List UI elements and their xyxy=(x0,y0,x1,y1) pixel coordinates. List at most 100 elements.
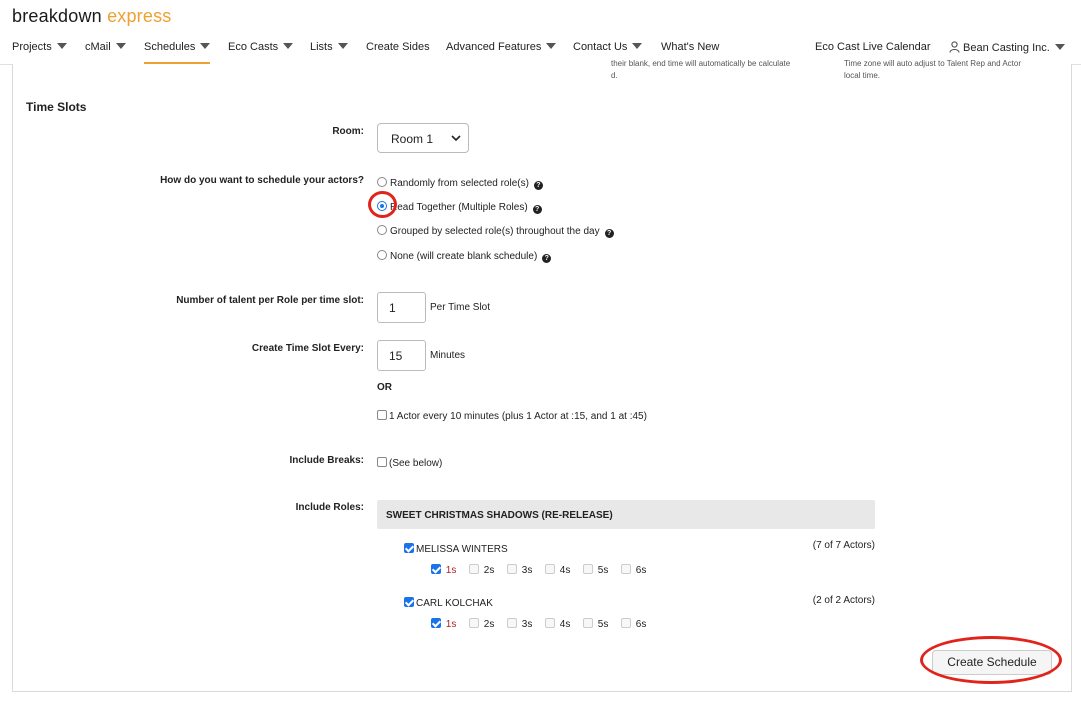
size-checkbox[interactable] xyxy=(431,564,441,574)
nav-projects[interactable]: Projects xyxy=(12,41,67,53)
size-checkbox[interactable] xyxy=(507,618,517,628)
chevron-down-icon xyxy=(632,43,643,49)
size-checkbox[interactable] xyxy=(507,564,517,574)
size-option-5s[interactable]: 5s xyxy=(583,564,608,576)
slot-every-input[interactable]: 15 xyxy=(377,340,426,371)
size-option-6s[interactable]: 6s xyxy=(621,564,646,576)
size-label: 1s xyxy=(445,565,457,576)
room-label: Room: xyxy=(332,126,364,137)
size-option-3s[interactable]: 3s xyxy=(507,564,532,576)
room-select[interactable]: Room 1 xyxy=(377,123,469,153)
role-count: (2 of 2 Actors) xyxy=(812,595,875,606)
size-option-2s[interactable]: 2s xyxy=(469,564,494,576)
radio-button[interactable] xyxy=(377,250,387,260)
nav-cmail-label: cMail xyxy=(85,41,111,53)
chevron-down-icon xyxy=(115,43,126,49)
role-name: MELISSA WINTERS xyxy=(416,544,508,555)
size-label: 3s xyxy=(521,565,533,576)
brand-logo[interactable]: breakdown express xyxy=(12,6,172,27)
nav-contact-us-label: Contact Us xyxy=(573,41,628,53)
nav-schedules[interactable]: Schedules xyxy=(144,41,211,64)
size-option-3s[interactable]: 3s xyxy=(507,618,532,630)
help-icon[interactable]: ? xyxy=(532,205,542,214)
talent-per-role-input[interactable]: 1 xyxy=(377,292,426,323)
alt-option-label: 1 Actor every 10 minutes (plus 1 Actor a… xyxy=(389,411,647,422)
chevron-down-icon xyxy=(1054,44,1065,50)
help-icon[interactable]: ? xyxy=(604,229,614,238)
user-icon xyxy=(949,41,960,53)
breaks-option[interactable]: (See below) xyxy=(377,457,442,469)
size-label: 2s xyxy=(483,619,495,630)
size-label: 4s xyxy=(559,619,571,630)
nav-contact-us[interactable]: Contact Us xyxy=(573,41,643,53)
size-checkbox[interactable] xyxy=(545,564,555,574)
radio-read-together[interactable]: Read Together (Multiple Roles)? xyxy=(377,201,542,214)
radio-button[interactable] xyxy=(377,225,387,235)
size-checkbox[interactable] xyxy=(545,618,555,628)
or-divider: OR xyxy=(377,382,392,393)
nav-schedules-label: Schedules xyxy=(144,41,196,53)
project-name: SWEET CHRISTMAS SHADOWS (RE-RELEASE) xyxy=(386,510,613,521)
nav-eco-casts[interactable]: Eco Casts xyxy=(228,41,294,53)
alt-option[interactable]: 1 Actor every 10 minutes (plus 1 Actor a… xyxy=(377,410,647,422)
radio-randomly[interactable]: Randomly from selected role(s)? xyxy=(377,177,543,190)
size-option-4s[interactable]: 4s xyxy=(545,618,570,630)
nav-advanced-features-label: Advanced Features xyxy=(446,41,542,53)
size-checkbox[interactable] xyxy=(621,618,631,628)
size-checkbox[interactable] xyxy=(431,618,441,628)
chevron-down-icon xyxy=(283,43,294,49)
size-checkbox[interactable] xyxy=(583,618,593,628)
end-time-help-text: their blank, end time will automatically… xyxy=(611,58,790,82)
role-checkbox[interactable] xyxy=(404,597,414,607)
size-label: 6s xyxy=(635,565,647,576)
alt-option-checkbox[interactable] xyxy=(377,410,387,420)
roles-label: Include Roles: xyxy=(295,502,364,513)
size-option-2s[interactable]: 2s xyxy=(469,618,494,630)
size-option-6s[interactable]: 6s xyxy=(621,618,646,630)
timezone-help-line2: local time. xyxy=(844,71,881,80)
size-option-1s[interactable]: 1s xyxy=(431,564,456,576)
size-checkbox[interactable] xyxy=(583,564,593,574)
room-select-value: Room 1 xyxy=(391,132,434,146)
nav-account[interactable]: Bean Casting Inc. xyxy=(949,41,1065,54)
breaks-checkbox[interactable] xyxy=(377,457,387,467)
create-schedule-button[interactable]: Create Schedule xyxy=(932,650,1052,675)
nav-eco-casts-label: Eco Casts xyxy=(228,41,279,53)
nav-cmail[interactable]: cMail xyxy=(85,41,126,53)
chevron-down-icon xyxy=(200,43,211,49)
nav-lists[interactable]: Lists xyxy=(310,41,348,53)
size-option-1s[interactable]: 1s xyxy=(431,618,456,630)
nav-whats-new[interactable]: What's New xyxy=(661,41,719,53)
nav-eco-cast-live-calendar-label: Eco Cast Live Calendar xyxy=(815,41,931,53)
nav-create-sides[interactable]: Create Sides xyxy=(366,41,430,53)
help-icon[interactable]: ? xyxy=(533,181,543,190)
nav-advanced-features[interactable]: Advanced Features xyxy=(446,41,557,53)
size-checkbox[interactable] xyxy=(621,564,631,574)
radio-none[interactable]: None (will create blank schedule)? xyxy=(377,250,552,263)
schedule-form-panel xyxy=(12,64,1072,692)
size-option-5s[interactable]: 5s xyxy=(583,618,608,630)
nav-lists-label: Lists xyxy=(310,41,333,53)
role-checkbox[interactable] xyxy=(404,543,414,553)
size-option-4s[interactable]: 4s xyxy=(545,564,570,576)
help-icon[interactable]: ? xyxy=(542,254,552,263)
radio-grouped[interactable]: Grouped by selected role(s) throughout t… xyxy=(377,225,614,238)
nav-whats-new-label: What's New xyxy=(661,41,720,53)
radio-button[interactable] xyxy=(377,177,387,187)
role-carl-kolchak[interactable]: CARL KOLCHAK xyxy=(404,597,493,609)
talent-per-role-suffix: Per Time Slot xyxy=(430,302,491,313)
nav-account-label: Bean Casting Inc. xyxy=(963,42,1050,54)
end-time-help-line1: their blank, end time will automatically… xyxy=(611,59,791,68)
slot-every-suffix: Minutes xyxy=(430,350,466,361)
brand-name-part1: breakdown xyxy=(12,6,102,26)
talent-per-role-label: Number of talent per Role per time slot: xyxy=(176,295,364,306)
size-checkbox[interactable] xyxy=(469,618,479,628)
timezone-help-line1: Time zone will auto adjust to Talent Rep… xyxy=(844,59,1021,68)
radio-button-selected[interactable] xyxy=(377,201,387,211)
nav-eco-cast-live-calendar[interactable]: Eco Cast Live Calendar xyxy=(815,41,931,53)
brand-name-part2: express xyxy=(107,6,172,26)
size-checkbox[interactable] xyxy=(469,564,479,574)
role-melissa-winters[interactable]: MELISSA WINTERS xyxy=(404,543,508,555)
chevron-down-icon xyxy=(451,135,461,142)
size-label: 3s xyxy=(521,619,533,630)
